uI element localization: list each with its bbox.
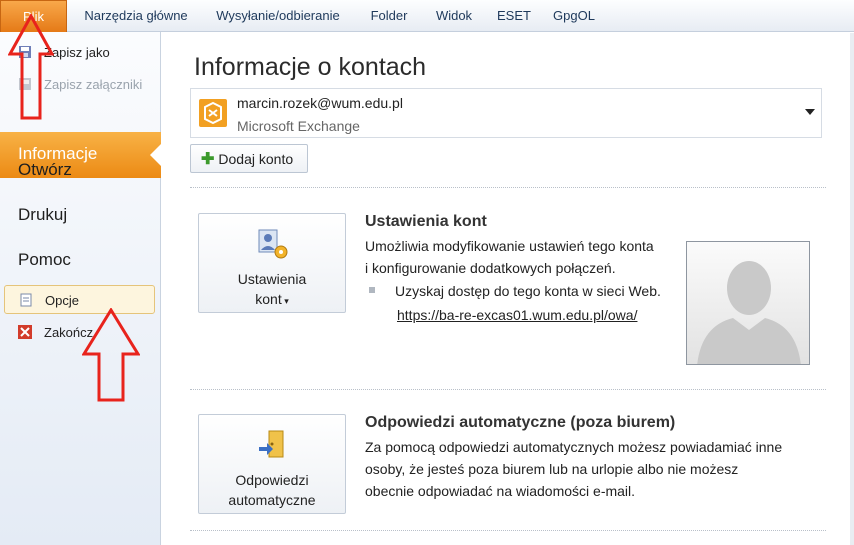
add-account-label: Dodaj konto	[218, 150, 294, 167]
red-up-arrow-icon	[82, 308, 140, 402]
account-settings-desc-2: i konfigurowanie dodatkowych połączeń.	[365, 260, 616, 276]
auto-replies-button-line1: Odpowiedzi	[235, 472, 309, 488]
options-icon	[19, 293, 33, 307]
tab-home[interactable]: Narzędzia główne	[73, 0, 199, 32]
ribbon-tabs: Plik Narzędzia główne Wysyłanie/odbieran…	[0, 0, 854, 32]
account-settings-icon	[257, 228, 289, 263]
red-up-arrow-icon	[8, 14, 54, 120]
dropdown-arrow-icon[interactable]	[805, 109, 815, 115]
tab-folder[interactable]: Folder	[356, 0, 422, 32]
web-access-text: Uzyskaj dostęp do tego konta w sieci Web…	[395, 283, 661, 299]
options-label: Opcje	[45, 292, 79, 308]
account-settings-desc-1: Umożliwia modyfikowanie ustawień tego ko…	[365, 238, 654, 254]
account-settings-button-line1: Ustawienia	[237, 271, 307, 287]
tab-view[interactable]: Widok	[423, 0, 485, 32]
plus-icon: ✚	[201, 150, 215, 168]
nav-help[interactable]: Pomoc	[18, 250, 71, 270]
account-settings-button[interactable]: Ustawienia kont ▾	[198, 213, 346, 313]
divider	[190, 389, 826, 390]
add-account-button[interactable]: ✚ Dodaj konto	[190, 144, 308, 173]
contact-photo[interactable]	[686, 241, 810, 365]
tab-send-receive[interactable]: Wysyłanie/odbieranie	[203, 0, 353, 32]
account-selector[interactable]: marcin.rozek@wum.edu.pl Microsoft Exchan…	[190, 88, 822, 138]
active-pointer	[150, 143, 162, 167]
save-attachments-label: Zapisz załączniki	[44, 76, 143, 92]
page-title: Informacje o kontach	[194, 53, 427, 81]
tab-eset[interactable]: ESET	[488, 0, 540, 32]
account-email: marcin.rozek@wum.edu.pl	[237, 95, 403, 111]
nav-open[interactable]: Otwórz	[18, 160, 72, 180]
nav-print[interactable]: Drukuj	[18, 205, 67, 225]
person-silhouette-icon	[697, 261, 801, 364]
account-settings-button-line2: kont ▾	[199, 289, 345, 311]
auto-replies-icon	[257, 429, 289, 464]
vertical-scrollbar[interactable]	[850, 33, 854, 545]
auto-replies-title: Odpowiedzi automatyczne (poza biurem)	[365, 414, 676, 431]
auto-replies-button[interactable]: Odpowiedzi automatyczne	[198, 414, 346, 514]
exit-icon	[18, 325, 32, 339]
auto-replies-desc-1: Za pomocą odpowiedzi automatycznych może…	[365, 439, 783, 455]
tab-gpgol[interactable]: GpgOL	[544, 0, 604, 32]
auto-replies-button-line2: automatyczne	[228, 492, 316, 508]
chevron-down-icon: ▾	[281, 296, 289, 306]
owa-link[interactable]: https://ba-re-excas01.wum.edu.pl/owa/	[397, 307, 637, 323]
divider	[190, 530, 826, 531]
options-row: Opcje	[19, 290, 79, 310]
divider	[190, 187, 826, 188]
exchange-icon	[199, 99, 227, 127]
account-type: Microsoft Exchange	[237, 118, 360, 134]
auto-replies-desc-3: obecnie odpowiadać na wiadomości e-mail.	[365, 483, 636, 499]
bullet-icon	[369, 287, 375, 293]
account-settings-button-text: kont	[255, 291, 282, 307]
account-settings-title: Ustawienia kont	[365, 213, 487, 230]
account-info-panel: Informacje o kontach marcin.rozek@wum.ed…	[162, 33, 854, 545]
auto-replies-desc-2: osoby, że jesteś poza biurem lub na urlo…	[365, 461, 739, 477]
